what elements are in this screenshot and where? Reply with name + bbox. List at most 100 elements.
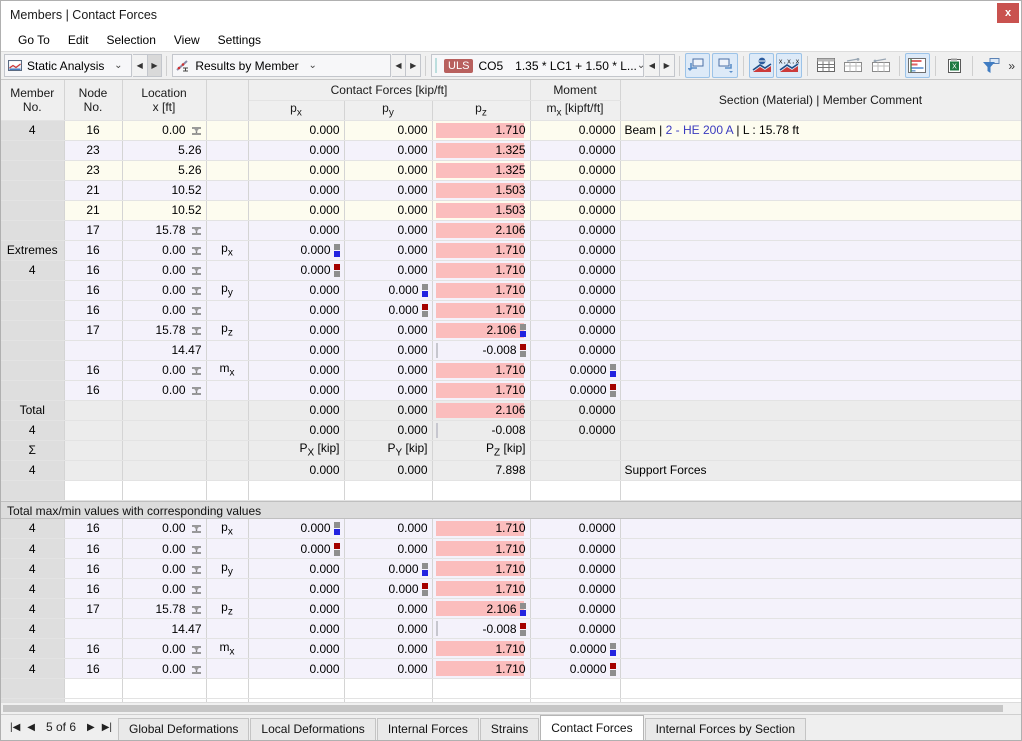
col-header-member-no[interactable]: Member No. <box>1 80 65 121</box>
cell-node-no[interactable] <box>64 340 123 361</box>
cell-section[interactable] <box>620 518 1021 539</box>
cell-location[interactable]: 5.26 <box>122 140 207 161</box>
cell-node-no[interactable]: 16 <box>64 260 123 281</box>
cell-py[interactable]: 0.000 <box>344 260 433 281</box>
cell-px[interactable]: 0.000 <box>248 558 345 579</box>
tab-internal-forces-by-section[interactable]: Internal Forces by Section <box>644 718 806 740</box>
cell-location[interactable] <box>122 460 207 481</box>
menu-item-go-to[interactable]: Go To <box>9 31 59 49</box>
table-row[interactable]: 23 5.26 0.000 0.000 1.325 0.0000 <box>1 140 1021 161</box>
chevron-down-icon[interactable]: ⌄ <box>637 60 645 71</box>
cell-symbol[interactable]: px <box>206 240 249 261</box>
cell-location[interactable]: 0.00 <box>122 240 207 261</box>
cell-mx[interactable]: 0.0000 <box>530 220 621 241</box>
cell-location[interactable]: 0.00 <box>122 538 207 559</box>
cell-py[interactable]: 0.000 <box>344 518 433 539</box>
table-row[interactable]: 21 10.52 0.000 0.000 1.503 0.0000 <box>1 180 1021 201</box>
cell-pz[interactable]: PZ [kip] <box>432 440 531 461</box>
tab-local-deformations[interactable]: Local Deformations <box>250 718 376 740</box>
cell-py[interactable]: 0.000 <box>344 180 433 201</box>
cell-mx[interactable]: 0.0000 <box>530 400 621 421</box>
cell-py[interactable]: 0.000 <box>344 340 433 361</box>
table-row[interactable]: 4 0.000 0.000 7.898 Support Forces <box>1 460 1021 481</box>
cell-symbol[interactable] <box>206 618 249 639</box>
cell-node-no[interactable]: 16 <box>64 300 123 321</box>
cell-node-no[interactable]: 16 <box>64 638 123 659</box>
table-row[interactable]: 16 0.00 0.000 0.000 1.710 0.0000 <box>1 300 1021 321</box>
cell-member-no[interactable]: 4 <box>1 120 65 141</box>
horizontal-scrollbar[interactable] <box>1 702 1021 714</box>
cell-member-no[interactable] <box>1 140 65 161</box>
cell-px[interactable]: 0.000 <box>248 240 345 261</box>
cell-symbol[interactable] <box>206 380 249 401</box>
cell-py[interactable]: 0.000 <box>344 160 433 181</box>
cell-mx[interactable]: 0.0000 <box>530 200 621 221</box>
cell-px[interactable]: 0.000 <box>248 658 345 679</box>
cell-symbol[interactable] <box>206 658 249 679</box>
cell-section[interactable] <box>620 240 1021 261</box>
cell-px[interactable]: 0.000 <box>248 200 345 221</box>
cell-node-no[interactable]: 16 <box>64 120 123 141</box>
cell-node-no[interactable]: 16 <box>64 558 123 579</box>
cell-section[interactable] <box>620 400 1021 421</box>
cell-mx[interactable]: 0.0000 <box>530 578 621 599</box>
tab-global-deformations[interactable]: Global Deformations <box>118 718 250 740</box>
cell-section[interactable] <box>620 200 1021 221</box>
cell-section[interactable] <box>620 538 1021 559</box>
cell-node-no[interactable]: 16 <box>64 518 123 539</box>
chevron-down-icon[interactable]: ⌄ <box>110 60 126 71</box>
cell-pz[interactable]: 1.325 <box>432 140 531 161</box>
cell-section[interactable] <box>620 420 1021 441</box>
cell-member-no[interactable] <box>1 300 65 321</box>
cell-pz[interactable]: 7.898 <box>432 460 531 481</box>
analysis-type-combo[interactable]: Static Analysis ⌄ <box>4 54 132 77</box>
cell-py[interactable]: 0.000 <box>344 420 433 441</box>
cell-location[interactable]: 0.00 <box>122 658 207 679</box>
cell-member-no[interactable]: 4 <box>1 598 65 619</box>
cell-location[interactable]: 14.47 <box>122 340 207 361</box>
cell-section[interactable] <box>620 440 1021 461</box>
cell-section[interactable] <box>620 160 1021 181</box>
cell-mx[interactable]: 0.0000 <box>530 380 621 401</box>
cell-node-no[interactable]: 16 <box>64 538 123 559</box>
first-page-button[interactable]: |◀ <box>10 722 20 733</box>
cell-node-no[interactable]: 16 <box>64 360 123 381</box>
cell-symbol[interactable] <box>206 200 249 221</box>
cell-location[interactable] <box>122 400 207 421</box>
cell-pz[interactable]: 1.503 <box>432 200 531 221</box>
cell-symbol[interactable] <box>206 220 249 241</box>
table-row[interactable]: 4 16 0.00 px 0.000 0.000 1.710 0.0000 <box>1 518 1021 539</box>
cell-symbol[interactable]: py <box>206 280 249 301</box>
cell-symbol[interactable] <box>206 160 249 181</box>
cell-pz[interactable]: 2.106 <box>432 220 531 241</box>
cell-px[interactable]: 0.000 <box>248 120 345 141</box>
cell-section[interactable] <box>620 220 1021 241</box>
table-row[interactable]: 4 14.47 0.000 0.000 -0.008 0.0000 <box>1 618 1021 639</box>
cell-px[interactable]: 0.000 <box>248 618 345 639</box>
cell-px[interactable]: PX [kip] <box>248 440 345 461</box>
cell-node-no[interactable]: 16 <box>64 380 123 401</box>
cell-section[interactable] <box>620 360 1021 381</box>
cell-mx[interactable]: 0.0000 <box>530 658 621 679</box>
cell-member-no[interactable] <box>1 320 65 341</box>
col-header-node-no[interactable]: Node No. <box>64 80 123 121</box>
cell-section[interactable] <box>620 320 1021 341</box>
cell-section[interactable] <box>620 280 1021 301</box>
cell-px[interactable]: 0.000 <box>248 260 345 281</box>
cell-pz[interactable]: 1.710 <box>432 280 531 301</box>
cell-py[interactable]: 0.000 <box>344 598 433 619</box>
cell-pz[interactable]: 2.106 <box>432 598 531 619</box>
result-diagram-icon[interactable] <box>904 53 931 78</box>
table-row[interactable]: 4 16 0.00 mx 0.000 0.000 1.710 0.0000 <box>1 638 1021 659</box>
cell-section[interactable]: Beam | 2 - HE 200 A | L : 15.78 ft <box>620 120 1021 141</box>
cell-py[interactable]: 0.000 <box>344 220 433 241</box>
cell-member-no[interactable]: Σ <box>1 440 65 461</box>
cell-mx[interactable]: 0.0000 <box>530 340 621 361</box>
table-row[interactable]: 14.47 0.000 0.000 -0.008 0.0000 <box>1 340 1021 361</box>
cell-location[interactable]: 5.26 <box>122 160 207 181</box>
table-row[interactable]: 16 0.00 0.000 0.000 1.710 0.0000 <box>1 380 1021 401</box>
cell-node-no[interactable] <box>64 440 123 461</box>
cell-py[interactable]: 0.000 <box>344 538 433 559</box>
table-row[interactable]: 4 16 0.00 0.000 0.000 1.710 0.0000 Beam | 2 - H… <box>1 120 1021 141</box>
col-header-mx[interactable]: mx [kipft/ft] <box>530 100 621 121</box>
